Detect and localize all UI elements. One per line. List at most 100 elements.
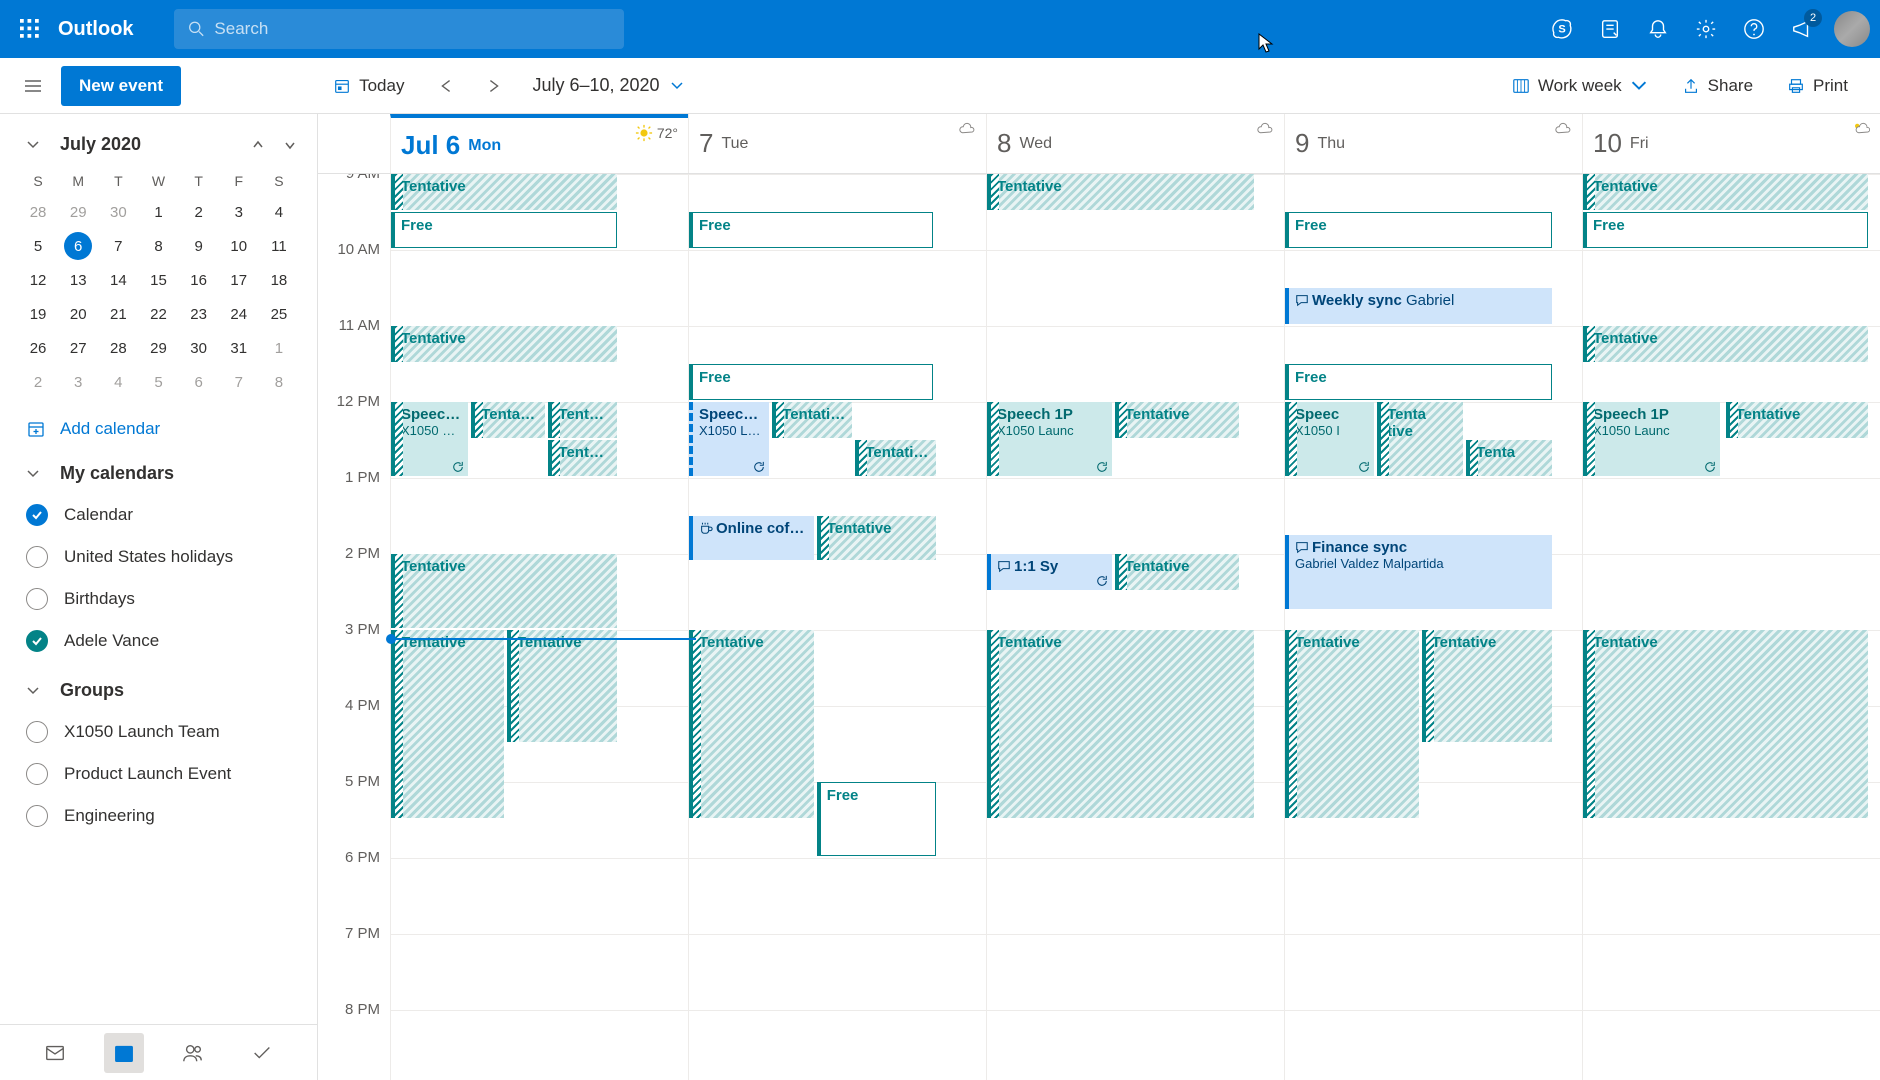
today-button[interactable]: Today xyxy=(321,68,416,104)
mini-day[interactable]: 30 xyxy=(98,195,138,229)
calendar-item[interactable]: Product Launch Event xyxy=(26,753,297,795)
day-header[interactable]: Jul 6Mon72° xyxy=(390,114,688,173)
calendar-event[interactable]: Tentative xyxy=(987,630,1254,818)
calendar-event[interactable]: Free xyxy=(1285,364,1552,400)
mini-day[interactable]: 24 xyxy=(219,297,259,331)
calendar-event[interactable]: Tentative xyxy=(548,440,616,476)
collapse-month-icon[interactable] xyxy=(26,138,40,152)
view-selector[interactable]: Work week xyxy=(1500,68,1660,104)
calendar-event[interactable]: Tentative xyxy=(391,630,504,818)
mini-day[interactable]: 31 xyxy=(219,331,259,365)
calendar-event[interactable]: Tentative xyxy=(1377,402,1463,476)
calendar-event[interactable]: Tentative xyxy=(1115,402,1240,438)
whatsnew-icon[interactable]: 2 xyxy=(1778,5,1826,53)
mini-day[interactable]: 21 xyxy=(98,297,138,331)
calendar-checkbox[interactable] xyxy=(26,630,48,652)
calendar-event[interactable]: Free xyxy=(1285,212,1552,248)
calendar-event[interactable]: Tentative xyxy=(1583,326,1868,362)
calendar-item[interactable]: Birthdays xyxy=(26,578,297,620)
help-icon[interactable] xyxy=(1730,5,1778,53)
groups-toggle[interactable]: Groups xyxy=(26,680,297,701)
mini-day[interactable]: 25 xyxy=(259,297,299,331)
search-input[interactable] xyxy=(214,19,609,39)
mini-day[interactable]: 1 xyxy=(259,331,299,365)
app-launcher-icon[interactable] xyxy=(10,9,50,49)
mini-day[interactable]: 18 xyxy=(259,263,299,297)
mini-day[interactable]: 2 xyxy=(18,365,58,399)
mini-day[interactable]: 15 xyxy=(138,263,178,297)
hamburger-icon[interactable] xyxy=(15,68,51,104)
mini-day[interactable]: 4 xyxy=(98,365,138,399)
calendar-event[interactable]: 1:1 Sy xyxy=(987,554,1112,590)
mini-day[interactable]: 10 xyxy=(219,229,259,263)
calendar-event[interactable]: Finance syncGabriel Valdez Malpartida xyxy=(1285,535,1552,609)
mini-day[interactable]: 7 xyxy=(219,365,259,399)
mail-icon[interactable] xyxy=(35,1033,75,1073)
calendar-event[interactable]: Tentative xyxy=(1285,630,1419,818)
calendar-event[interactable]: Free xyxy=(689,212,933,248)
calendar-event[interactable]: Tentative xyxy=(1422,630,1553,742)
mini-day[interactable]: 17 xyxy=(219,263,259,297)
calendar-event[interactable]: Free xyxy=(391,212,617,248)
mini-day[interactable]: 5 xyxy=(18,229,58,263)
calendar-item[interactable]: Adele Vance xyxy=(26,620,297,662)
calendar-event[interactable]: Free xyxy=(817,782,936,856)
calendar-event[interactable]: SpeecX1050 I xyxy=(1285,402,1374,476)
mini-day[interactable]: 28 xyxy=(18,195,58,229)
calendar-event[interactable]: Tentative xyxy=(689,630,814,818)
calendar-event[interactable]: Tentative xyxy=(1115,554,1240,590)
mini-day[interactable]: 29 xyxy=(138,331,178,365)
day-header[interactable]: 8Wed xyxy=(986,114,1284,173)
day-header[interactable]: 10Fri xyxy=(1582,114,1880,173)
mini-day[interactable]: 13 xyxy=(58,263,98,297)
avatar[interactable] xyxy=(1834,11,1870,47)
mini-day[interactable]: 3 xyxy=(219,195,259,229)
calendar-event[interactable]: Tentative xyxy=(1583,174,1868,210)
calendar-event[interactable]: Free xyxy=(689,364,933,400)
calendar-icon[interactable] xyxy=(104,1033,144,1073)
mini-day[interactable]: 12 xyxy=(18,263,58,297)
add-calendar-button[interactable]: Add calendar xyxy=(0,399,317,451)
calendar-event[interactable]: Speech 1P ConsX1050 Launch Tear xyxy=(391,402,468,476)
prev-month-icon[interactable] xyxy=(251,138,265,152)
calendar-event[interactable]: Tentative xyxy=(817,516,936,560)
mini-day[interactable]: 22 xyxy=(138,297,178,331)
day-column[interactable]: FreeFreeSpeech 1P CX1050 Launch TTentati… xyxy=(688,174,986,1080)
people-icon[interactable] xyxy=(173,1033,213,1073)
day-header[interactable]: 7Tue xyxy=(688,114,986,173)
calendar-item[interactable]: United States holidays xyxy=(26,536,297,578)
calendar-event[interactable]: Tentative xyxy=(1583,630,1868,818)
mini-day[interactable]: 30 xyxy=(179,331,219,365)
calendar-event[interactable]: Free xyxy=(1583,212,1868,248)
calendar-event[interactable]: Speech 1P CX1050 Launch T xyxy=(689,402,769,476)
day-column[interactable]: TentativeSpeech 1PX1050 LauncTentative1:… xyxy=(986,174,1284,1080)
day-column[interactable]: TentativeFreeTentativeSpeech 1P ConsX105… xyxy=(390,174,688,1080)
calendar-checkbox[interactable] xyxy=(26,588,48,610)
day-header[interactable]: 9Thu xyxy=(1284,114,1582,173)
new-event-button[interactable]: New event xyxy=(61,66,181,106)
mini-day[interactable]: 2 xyxy=(179,195,219,229)
calendar-checkbox[interactable] xyxy=(26,805,48,827)
calendar-event[interactable]: Tentative xyxy=(548,402,616,438)
mini-day[interactable]: 4 xyxy=(259,195,299,229)
print-button[interactable]: Print xyxy=(1775,68,1860,104)
day-column[interactable]: TentativeFreeTentativeSpeech 1PX1050 Lau… xyxy=(1582,174,1880,1080)
todo-icon[interactable] xyxy=(242,1033,282,1073)
mini-day[interactable]: 1 xyxy=(138,195,178,229)
mini-day[interactable]: 7 xyxy=(98,229,138,263)
calendar-event[interactable]: Online coffee cat xyxy=(689,516,814,560)
calendar-item[interactable]: Calendar xyxy=(26,494,297,536)
calendar-event[interactable]: Weekly sync Gabriel xyxy=(1285,288,1552,324)
calendar-event[interactable]: Tentative xyxy=(507,630,617,742)
mini-day[interactable]: 19 xyxy=(18,297,58,331)
mini-day[interactable]: 23 xyxy=(179,297,219,331)
calendar-event[interactable]: Tenta xyxy=(1466,440,1552,476)
calendar-event[interactable]: Tentative xyxy=(391,174,617,210)
calendar-event[interactable]: Tentative xyxy=(391,554,617,628)
calendar-event[interactable]: Tentative xyxy=(471,402,545,438)
calendar-checkbox[interactable] xyxy=(26,546,48,568)
mini-day[interactable]: 29 xyxy=(58,195,98,229)
search-box[interactable] xyxy=(174,9,624,49)
calendar-event[interactable]: Tentative xyxy=(1726,402,1869,438)
settings-icon[interactable] xyxy=(1682,5,1730,53)
